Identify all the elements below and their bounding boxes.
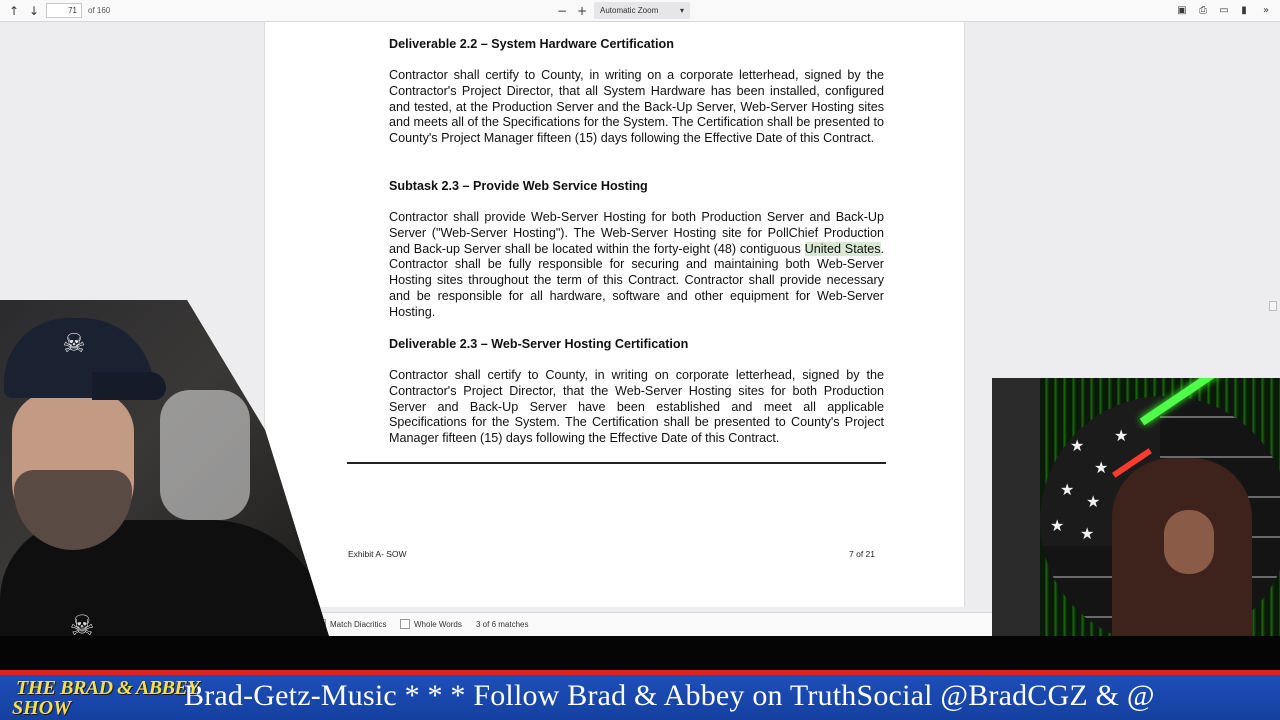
section-body: Contractor shall certify to County, in w… <box>389 368 884 446</box>
star-icon: ★ <box>1050 516 1065 535</box>
webcam-guest-edge <box>992 378 1040 670</box>
zoom-select[interactable]: Automatic Zoom ▾ <box>594 2 690 19</box>
section-body: Contractor shall certify to County, in w… <box>389 68 884 146</box>
page-count-label: of 160 <box>88 6 111 15</box>
star-icon: ★ <box>1094 458 1109 477</box>
ticker-top-band <box>0 636 1280 672</box>
section-heading: Deliverable 2.2 – System Hardware Certif… <box>389 37 674 51</box>
ticker-text: Brad-Getz-Music * * * Follow Brad & Abbe… <box>184 679 1155 712</box>
section-heading: Subtask 2.3 – Provide Web Service Hostin… <box>389 179 648 193</box>
scrollbar-thumb[interactable] <box>1269 301 1277 311</box>
footer-rule <box>347 462 886 464</box>
host-cap-brim <box>92 372 166 400</box>
search-highlight: United States <box>804 241 881 256</box>
page-number-input[interactable]: 71 <box>46 3 82 18</box>
presentation-icon[interactable]: ▣ <box>1174 3 1190 19</box>
zoom-out-icon[interactable]: − <box>554 3 570 19</box>
screen: ↑ ↓ 71 of 160 − + Automatic Zoom ▾ ▣ ⎙ ▭… <box>0 0 1280 720</box>
logo-line2: SHOW <box>12 697 71 719</box>
bookmark-icon[interactable]: ▮ <box>1236 3 1252 19</box>
star-icon: ★ <box>1080 524 1095 543</box>
match-diacritics-label: Match Diacritics <box>330 620 387 629</box>
section-body: Contractor shall provide Web-Server Host… <box>389 210 884 321</box>
star-icon: ★ <box>1114 426 1129 445</box>
star-icon: ★ <box>1070 436 1085 455</box>
open-file-icon[interactable]: ▭ <box>1216 3 1232 19</box>
webcam-guest: ★ ★ ★ ★ ★ ★ ★ ★ <box>992 378 1280 670</box>
whole-words-checkbox[interactable] <box>400 619 410 629</box>
section-heading: Deliverable 2.3 – Web-Server Hosting Cer… <box>389 337 689 351</box>
skull-icon: ☠ <box>62 329 86 359</box>
star-icon: ★ <box>1060 480 1075 499</box>
zoom-in-icon[interactable]: + <box>574 3 590 19</box>
star-icon: ★ <box>1086 492 1101 511</box>
webcam-wall <box>160 390 250 520</box>
footer-left: Exhibit A- SOW <box>348 549 407 559</box>
whole-words-label: Whole Words <box>414 620 462 629</box>
match-count: 3 of 6 matches <box>476 620 529 629</box>
show-logo: THE BRAD & ABBEY SHOW <box>4 675 214 720</box>
pdf-page: Deliverable 2.2 – System Hardware Certif… <box>264 22 965 607</box>
zoom-select-value: Automatic Zoom <box>600 6 659 15</box>
pdf-toolbar: ↑ ↓ 71 of 160 − + Automatic Zoom ▾ ▣ ⎙ ▭… <box>0 0 1280 22</box>
arrow-up-icon[interactable]: ↑ <box>6 3 22 19</box>
print-icon[interactable]: ⎙ <box>1195 3 1211 19</box>
footer-page-number: 7 of 21 <box>849 549 875 559</box>
guest-head <box>1164 510 1214 574</box>
chevron-down-icon: ▾ <box>679 6 684 15</box>
more-icon[interactable]: » <box>1258 3 1274 19</box>
arrow-down-icon[interactable]: ↓ <box>26 3 42 19</box>
